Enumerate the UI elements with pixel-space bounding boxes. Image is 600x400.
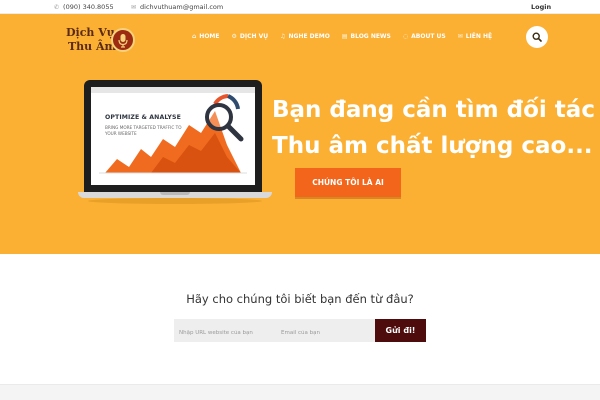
form-question: Hãy cho chúng tôi biết bạn đến từ đâu? [186,292,414,306]
laptop-shadow [88,198,262,204]
site-logo[interactable]: Dịch Vụ Thu Âm [66,26,138,58]
services-icon: ⚙ [231,33,237,40]
nav-item-label: DỊCH VỤ [239,33,269,40]
nav-item-label: BLOG NEWS [350,33,391,40]
url-input[interactable] [174,319,276,342]
logo-line-1: Dịch Vụ [66,26,115,39]
headphones-icon: ♫ [280,33,286,40]
screen-title: OPTIMIZE & ANALYSE [105,114,181,121]
nav-item-blog[interactable]: ▤ BLOG NEWS [342,33,391,40]
laptop-screen-frame: OPTIMIZE & ANALYSE BRING MORE TARGETED T… [84,80,262,192]
footer-band [0,384,600,400]
login-link[interactable]: Login [531,3,551,11]
phone-number: (090) 340.8055 [63,3,114,11]
search-button[interactable] [526,26,548,48]
nav-item-about[interactable]: ◌ ABOUT US [403,33,446,40]
top-bar: ✆ (090) 340.8055 ✉ dichvuthuam@gmail.com… [0,0,600,14]
phone-icon: ✆ [54,3,60,11]
laptop-illustration: OPTIMIZE & ANALYSE BRING MORE TARGETED T… [78,80,272,204]
laptop-notch [160,192,190,195]
email-address[interactable]: dichvuthuam@gmail.com [140,3,223,11]
screen-subtitle: BRING MORE TARGETED TRAFFIC TO YOUR WEBS… [105,125,182,136]
phone-contact: ✆ (090) 340.8055 [54,3,114,11]
email-contact: ✉ dichvuthuam@gmail.com [131,3,223,11]
nav-item-label: LIÊN HỆ [465,33,493,40]
nav-item-demo[interactable]: ♫ NGHE DEMO [280,33,330,40]
hero-headline: Bạn đang cần tìm đối tác Thu âm chất lượ… [272,92,600,164]
logo-line-2: Thu Âm [68,40,117,53]
about-cta-button[interactable]: CHÚNG TÔI LÀ AI [295,168,401,197]
nav-item-services[interactable]: ⚙ DỊCH VỤ [232,33,269,40]
nav-item-label: NGHE DEMO [288,33,330,40]
headline-line-2: Thu âm chất lượng cao... [272,133,593,159]
email-input[interactable] [276,319,375,342]
home-icon: ⌂ [192,33,197,40]
nav-item-label: ABOUT US [411,33,446,40]
nav-item-label: HOME [199,33,220,40]
main-nav: ⌂ HOME ⚙ DỊCH VỤ ♫ NGHE DEMO ▤ BLOG NEWS… [192,33,492,40]
laptop-screen: OPTIMIZE & ANALYSE BRING MORE TARGETED T… [91,87,255,185]
headline-line-1: Bạn đang cần tìm đối tác [272,97,595,123]
mail-icon: ✉ [457,33,463,40]
news-icon: ▤ [341,33,348,40]
nav-item-contact[interactable]: ✉ LIÊN HỆ [458,33,492,40]
website-form: Gửi đi! [174,319,426,342]
envelope-icon: ✉ [131,3,137,11]
submit-button[interactable]: Gửi đi! [375,319,426,342]
nav-item-home[interactable]: ⌂ HOME [192,33,220,40]
search-icon [532,32,542,42]
microphone-icon [111,28,135,52]
chat-icon: ◌ [402,33,409,40]
